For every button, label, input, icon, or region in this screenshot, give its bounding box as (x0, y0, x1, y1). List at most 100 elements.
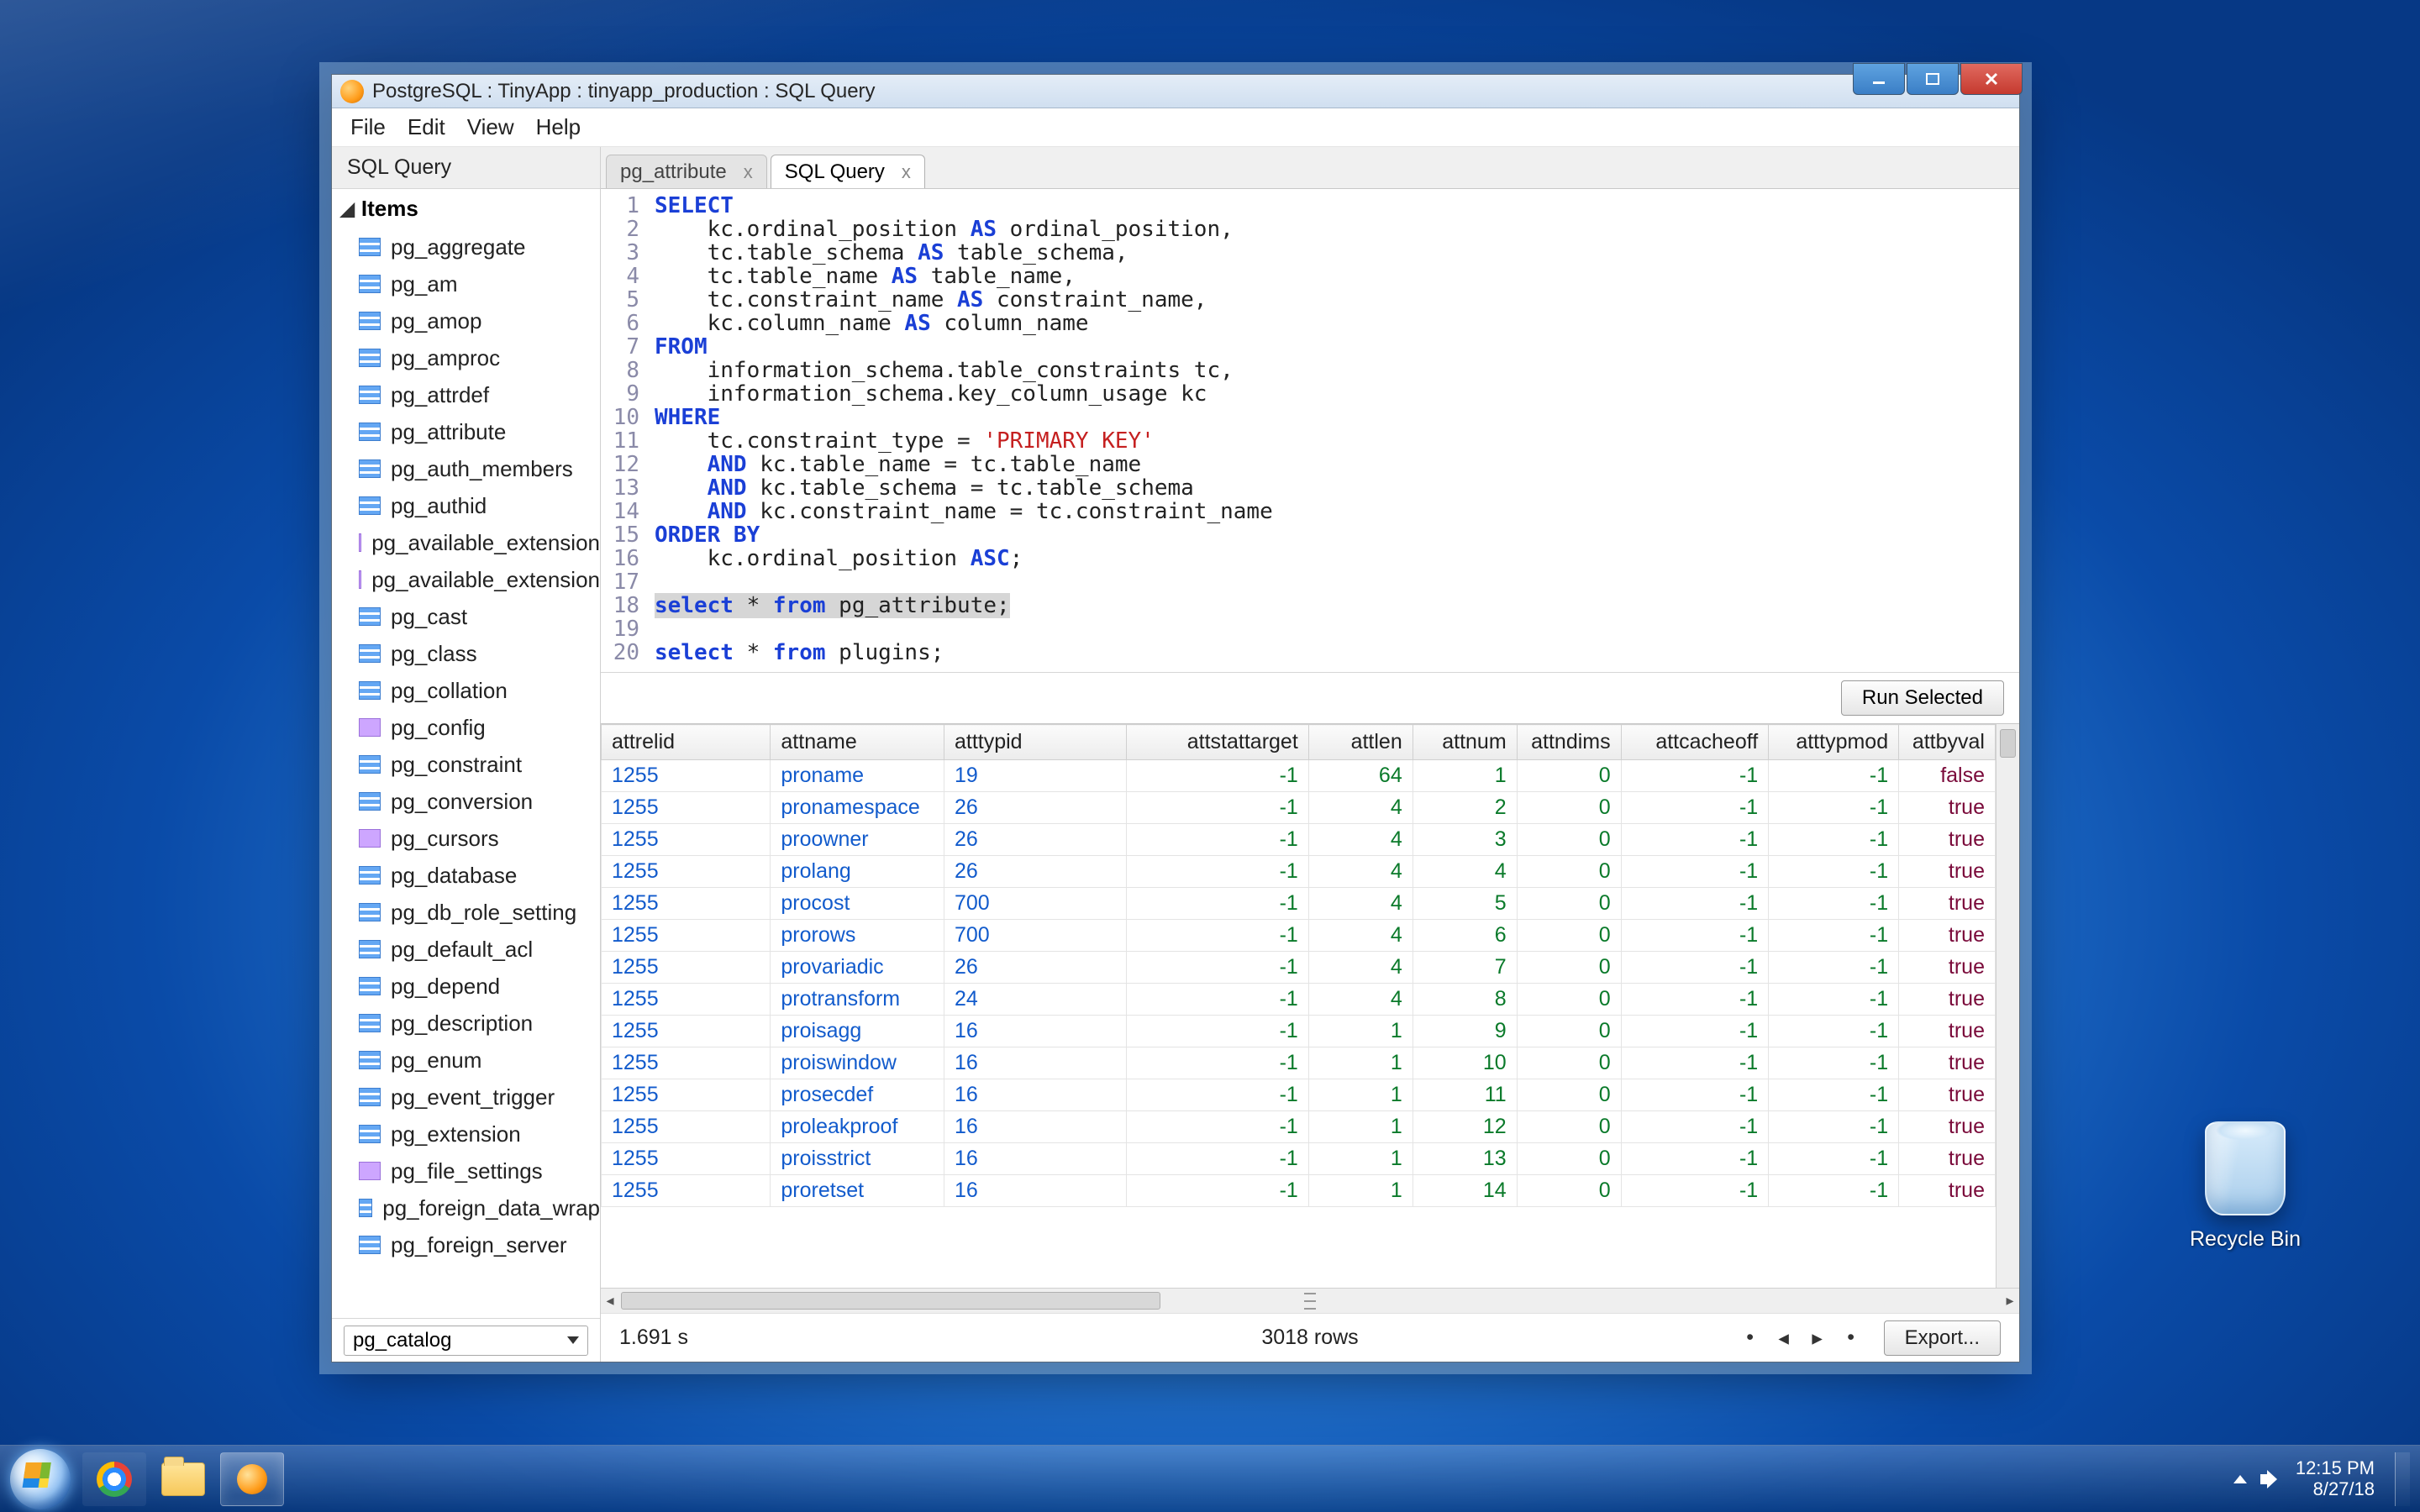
sidebar-item-pg_auth_members[interactable]: pg_auth_members (332, 450, 600, 487)
menu-help[interactable]: Help (536, 114, 581, 140)
table-row[interactable]: 1255provariadic26-1470-1-1true (602, 952, 1996, 984)
table-row[interactable]: 1255proowner26-1430-1-1true (602, 824, 1996, 856)
column-attbyval[interactable]: attbyval (1899, 725, 1996, 760)
taskbar-postgres-app-icon[interactable] (220, 1452, 284, 1506)
maximize-button[interactable] (1907, 63, 1959, 95)
speaker-icon[interactable] (2260, 1468, 2282, 1490)
menu-view[interactable]: View (467, 114, 514, 140)
table-row[interactable]: 1255pronamespace26-1420-1-1true (602, 792, 1996, 824)
close-button[interactable] (1960, 63, 2023, 95)
sidebar-item-pg_event_trigger[interactable]: pg_event_trigger (332, 1079, 600, 1116)
tray-overflow-icon[interactable] (2233, 1475, 2247, 1483)
menu-file[interactable]: File (350, 114, 386, 140)
tray-clock[interactable]: 12:15 PM 8/27/18 (2296, 1458, 2375, 1499)
sidebar-item-pg_authid[interactable]: pg_authid (332, 487, 600, 524)
horizontal-scrollbar[interactable]: ◂ ▸ (601, 1288, 2019, 1313)
table-icon (359, 755, 381, 774)
sidebar-item-pg_config[interactable]: pg_config (332, 709, 600, 746)
tab-close-icon[interactable]: x (902, 161, 911, 183)
column-atttypmod[interactable]: atttypmod (1769, 725, 1899, 760)
table-row[interactable]: 1255proisstrict16-11130-1-1true (602, 1143, 1996, 1175)
schema-combo[interactable]: pg_catalog (344, 1326, 588, 1356)
minimize-button[interactable] (1853, 63, 1905, 95)
export-button[interactable]: Export... (1884, 1320, 2001, 1356)
taskbar: 12:15 PM 8/27/18 (0, 1445, 2420, 1512)
titlebar[interactable]: PostgreSQL : TinyApp : tinyapp_productio… (332, 75, 2019, 108)
table-icon (359, 940, 381, 958)
sidebar-item-pg_attribute[interactable]: pg_attribute (332, 413, 600, 450)
sidebar-item-pg_amproc[interactable]: pg_amproc (332, 339, 600, 376)
recycle-bin[interactable]: Recycle Bin (2178, 1121, 2312, 1252)
column-attlen[interactable]: attlen (1308, 725, 1413, 760)
sidebar-item-pg_class[interactable]: pg_class (332, 635, 600, 672)
table-icon (359, 977, 381, 995)
run-selected-button[interactable]: Run Selected (1841, 680, 2004, 716)
table-row[interactable]: 1255proiswindow16-11100-1-1true (602, 1047, 1996, 1079)
sidebar-item-pg_default_acl[interactable]: pg_default_acl (332, 931, 600, 968)
table-icon (359, 238, 381, 256)
table-icon (359, 1014, 381, 1032)
caret-down-icon: ◢ (340, 198, 355, 220)
sidebar-item-pg_attrdef[interactable]: pg_attrdef (332, 376, 600, 413)
column-attndims[interactable]: attndims (1517, 725, 1621, 760)
pager-dots[interactable]: •◂▸• (1741, 1326, 1860, 1351)
table-row[interactable]: 1255prosecdef16-11110-1-1true (602, 1079, 1996, 1111)
table-row[interactable]: 1255prolang26-1440-1-1true (602, 856, 1996, 888)
table-row[interactable]: 1255procost700-1450-1-1true (602, 888, 1996, 920)
sidebar-item-pg_constraint[interactable]: pg_constraint (332, 746, 600, 783)
taskbar-chrome-icon[interactable] (82, 1452, 146, 1506)
sidebar-item-pg_description[interactable]: pg_description (332, 1005, 600, 1042)
sidebar-item-pg_foreign_data_wrap[interactable]: pg_foreign_data_wrap (332, 1189, 600, 1226)
vertical-scrollbar[interactable] (1996, 724, 2019, 1288)
column-atttypid[interactable]: atttypid (944, 725, 1126, 760)
table-row[interactable]: 1255proleakproof16-11120-1-1true (602, 1111, 1996, 1143)
sidebar-item-pg_file_settings[interactable]: pg_file_settings (332, 1152, 600, 1189)
sidebar-item-pg_foreign_server[interactable]: pg_foreign_server (332, 1226, 600, 1263)
tab-sql-query[interactable]: SQL Query x (771, 155, 925, 188)
sql-editor[interactable]: 1234567891011121314151617181920 SELECT k… (601, 189, 2019, 673)
table-row[interactable]: 1255prorows700-1460-1-1true (602, 920, 1996, 952)
tab-pg-attribute[interactable]: pg_attribute x (606, 155, 767, 188)
app-icon (340, 80, 364, 103)
sidebar-item-pg_aggregate[interactable]: pg_aggregate (332, 228, 600, 265)
sidebar-item-pg_depend[interactable]: pg_depend (332, 968, 600, 1005)
table-row[interactable]: 1255protransform24-1480-1-1true (602, 984, 1996, 1016)
sidebar-item-pg_enum[interactable]: pg_enum (332, 1042, 600, 1079)
view-icon (359, 718, 381, 737)
column-attname[interactable]: attname (771, 725, 944, 760)
column-attrelid[interactable]: attrelid (602, 725, 771, 760)
column-attcacheoff[interactable]: attcacheoff (1621, 725, 1769, 760)
table-row[interactable]: 1255proretset16-11140-1-1true (602, 1175, 1996, 1207)
sidebar-item-pg_cast[interactable]: pg_cast (332, 598, 600, 635)
show-desktop-button[interactable] (2395, 1452, 2410, 1506)
table-icon (359, 1088, 381, 1106)
menu-edit[interactable]: Edit (408, 114, 445, 140)
table-row[interactable]: 1255proisagg16-1190-1-1true (602, 1016, 1996, 1047)
sidebar-item-pg_available_extension[interactable]: pg_available_extension (332, 524, 600, 561)
sidebar-group[interactable]: ◢ Items (332, 189, 600, 228)
table-icon (359, 792, 381, 811)
start-button[interactable] (10, 1449, 71, 1509)
sidebar-item-pg_cursors[interactable]: pg_cursors (332, 820, 600, 857)
sidebar-item-pg_conversion[interactable]: pg_conversion (332, 783, 600, 820)
taskbar-explorer-icon[interactable] (151, 1452, 215, 1506)
table-icon (359, 1236, 381, 1254)
view-icon (359, 829, 381, 848)
column-attstattarget[interactable]: attstattarget (1126, 725, 1308, 760)
sidebar-item-pg_db_role_setting[interactable]: pg_db_role_setting (332, 894, 600, 931)
results-grid[interactable]: attrelidattnameatttypidattstattargetattl… (601, 724, 2019, 1288)
table-row[interactable]: 1255proname19-16410-1-1false (602, 760, 1996, 792)
sidebar-item-pg_extension[interactable]: pg_extension (332, 1116, 600, 1152)
column-attnum[interactable]: attnum (1413, 725, 1517, 760)
sidebar-item-pg_available_extension[interactable]: pg_available_extension (332, 561, 600, 598)
sidebar-item-pg_database[interactable]: pg_database (332, 857, 600, 894)
sidebar-item-pg_collation[interactable]: pg_collation (332, 672, 600, 709)
results-panel: attrelidattnameatttypidattstattargetattl… (601, 723, 2019, 1362)
tab-close-icon[interactable]: x (744, 161, 753, 183)
recycle-bin-icon (2205, 1121, 2286, 1215)
chevron-down-icon (567, 1336, 579, 1344)
sidebar-item-pg_am[interactable]: pg_am (332, 265, 600, 302)
sidebar-item-pg_amop[interactable]: pg_amop (332, 302, 600, 339)
table-icon (359, 644, 381, 663)
code-area[interactable]: SELECT kc.ordinal_position AS ordinal_po… (648, 191, 2019, 672)
